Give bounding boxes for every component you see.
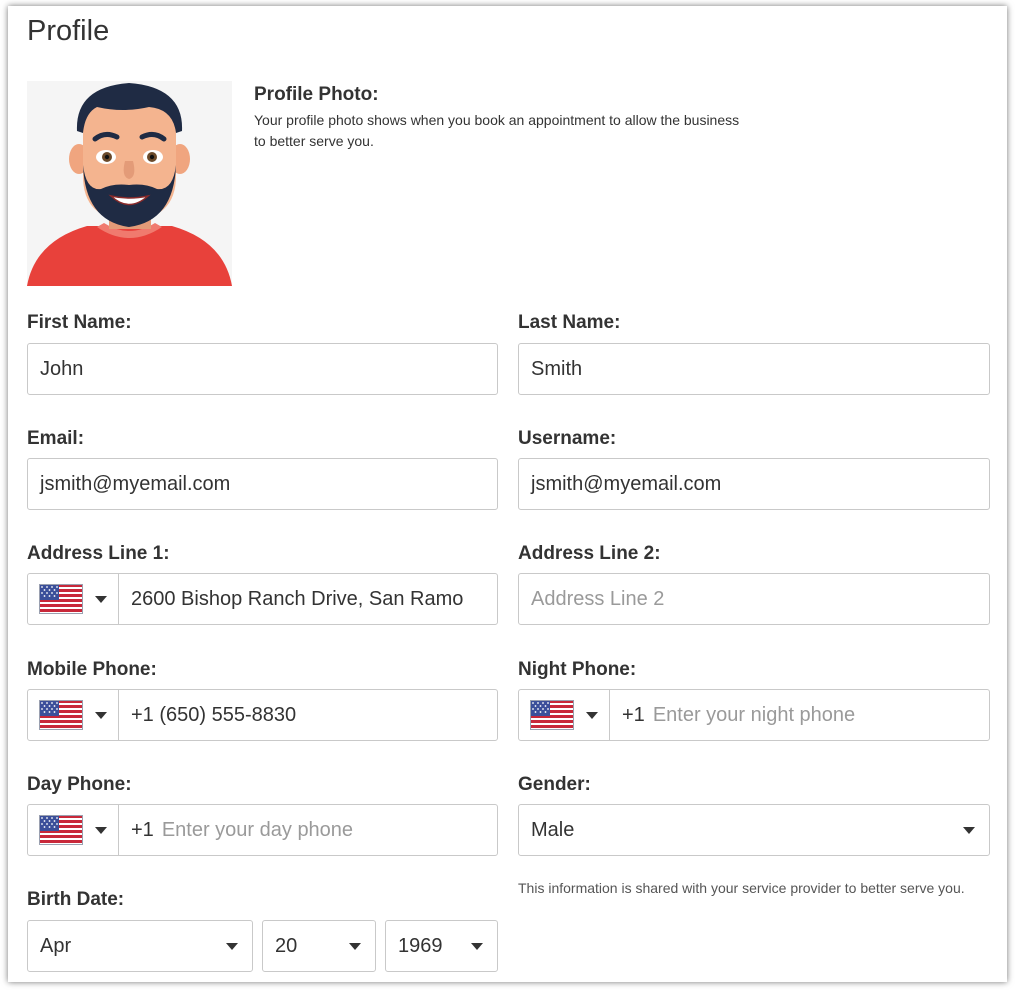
country-selector[interactable] <box>519 690 610 740</box>
chevron-down-icon <box>95 595 107 603</box>
night-phone-input[interactable]: Enter your night phone <box>645 704 989 727</box>
page-title: Profile <box>27 15 110 47</box>
country-selector[interactable] <box>28 690 119 740</box>
birth-day-select[interactable]: 20 <box>262 920 376 972</box>
chevron-down-icon <box>95 711 107 719</box>
chevron-down-icon <box>586 711 598 719</box>
address-line-1-value[interactable]: 2600 Bishop Ranch Drive, San Ramo <box>119 588 497 611</box>
last-name-value: Smith <box>531 357 583 380</box>
mobile-phone-value[interactable]: +1 (650) 555-8830 <box>119 704 497 727</box>
profile-photo-description: Your profile photo shows when you book a… <box>254 112 740 149</box>
gender-note: This information is shared with your ser… <box>518 880 965 896</box>
chevron-down-icon <box>226 942 238 950</box>
night-phone-prefix: +1 <box>622 703 645 726</box>
night-phone-label: Night Phone: <box>518 659 637 680</box>
day-phone-label: Day Phone: <box>27 774 132 795</box>
address-line-2-label: Address Line 2: <box>518 543 661 564</box>
gender-value: Male <box>531 818 575 841</box>
last-name-label: Last Name: <box>518 312 621 333</box>
avatar-illustration <box>27 81 232 286</box>
email-value: jsmith@myemail.com <box>40 472 231 495</box>
chevron-down-icon <box>471 942 483 950</box>
address-line-1-label: Address Line 1: <box>27 543 170 564</box>
mobile-phone-label: Mobile Phone: <box>27 659 157 680</box>
day-phone-field: +1 Enter your day phone <box>27 804 498 856</box>
first-name-value: John <box>40 357 84 380</box>
birth-year-select[interactable]: 1969 <box>385 920 498 972</box>
birth-month-value: Apr <box>40 934 72 957</box>
us-flag-icon <box>39 700 83 730</box>
day-phone-input[interactable]: Enter your day phone <box>154 819 497 842</box>
chevron-down-icon <box>95 826 107 834</box>
night-phone-field: +1 Enter your night phone <box>518 689 990 741</box>
first-name-field[interactable]: John <box>27 343 498 395</box>
birth-date-label: Birth Date: <box>27 889 125 910</box>
email-field[interactable]: jsmith@myemail.com <box>27 458 498 510</box>
country-selector[interactable] <box>28 574 119 624</box>
profile-photo-heading: Profile Photo: <box>254 84 379 105</box>
address-line-2-field[interactable]: Address Line 2 <box>518 573 990 625</box>
avatar[interactable] <box>27 81 232 286</box>
birth-year-value: 1969 <box>398 934 443 957</box>
username-field[interactable]: jsmith@myemail.com <box>518 458 990 510</box>
us-flag-icon <box>530 700 574 730</box>
us-flag-icon <box>39 584 83 614</box>
last-name-field[interactable]: Smith <box>518 343 990 395</box>
birth-month-select[interactable]: Apr <box>27 920 253 972</box>
address-line-1-field: 2600 Bishop Ranch Drive, San Ramo <box>27 573 498 625</box>
country-selector[interactable] <box>28 805 119 855</box>
day-phone-prefix: +1 <box>131 818 154 841</box>
chevron-down-icon <box>349 942 361 950</box>
email-label: Email: <box>27 428 85 449</box>
username-label: Username: <box>518 428 617 449</box>
chevron-down-icon <box>963 826 975 834</box>
mobile-phone-field: +1 (650) 555-8830 <box>27 689 498 741</box>
first-name-label: First Name: <box>27 312 132 333</box>
username-value: jsmith@myemail.com <box>531 472 722 495</box>
gender-select[interactable]: Male <box>518 804 990 856</box>
birth-day-value: 20 <box>275 934 298 957</box>
gender-label: Gender: <box>518 774 591 795</box>
address-line-2-placeholder: Address Line 2 <box>531 587 665 610</box>
us-flag-icon <box>39 815 83 845</box>
